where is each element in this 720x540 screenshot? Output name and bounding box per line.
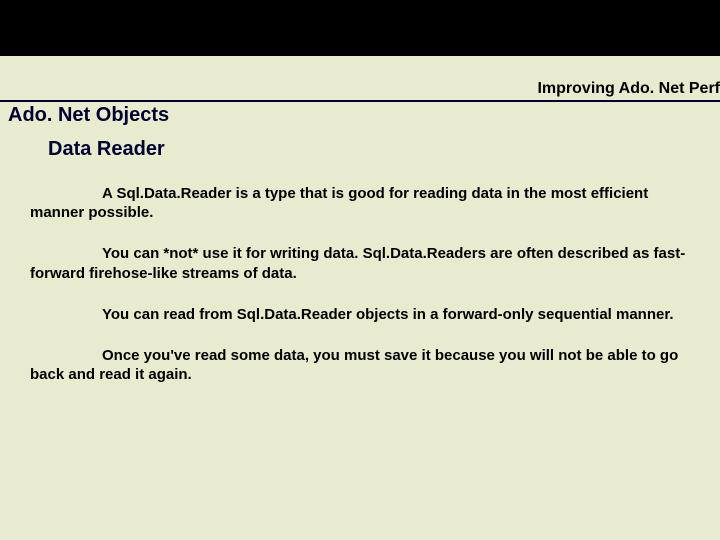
section-subtitle: Data Reader — [48, 138, 165, 161]
paragraph-4: Once you've read some data, you must sav… — [30, 346, 700, 384]
body-content: A Sql.Data.Reader is a type that is good… — [30, 184, 700, 406]
paragraph-2: You can *not* use it for writing data. S… — [30, 244, 700, 282]
paragraph-3: You can read from Sql.Data.Reader object… — [30, 305, 700, 324]
paragraph-1: A Sql.Data.Reader is a type that is good… — [30, 184, 700, 222]
horizontal-divider — [0, 100, 720, 102]
section-title: Ado. Net Objects — [8, 104, 169, 127]
top-black-bar — [0, 0, 720, 56]
page-header-right: Improving Ado. Net Perf — [0, 80, 720, 98]
